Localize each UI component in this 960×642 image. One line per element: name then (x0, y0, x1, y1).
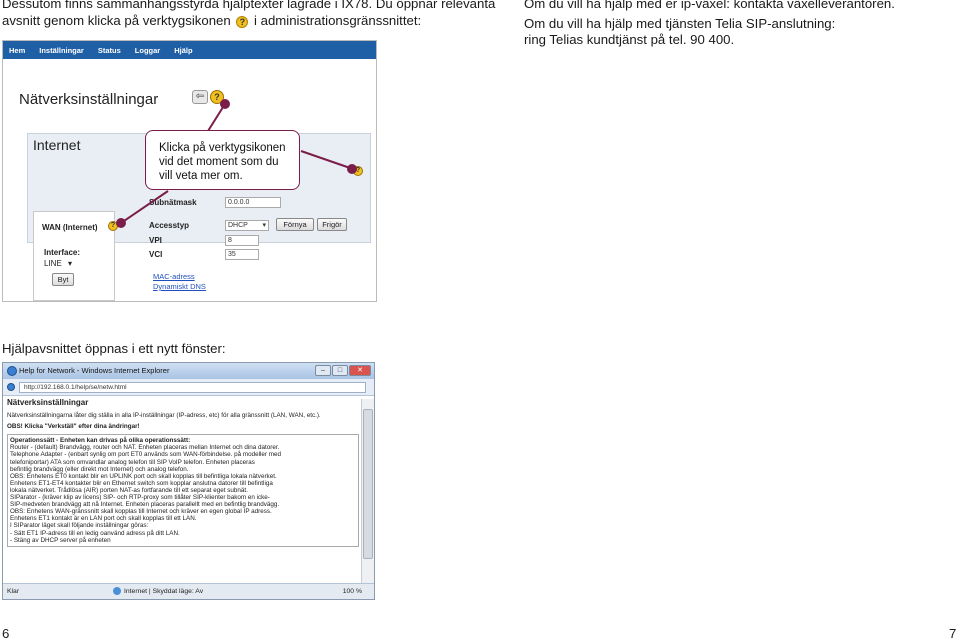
op-line: - Sätt ET1 IP-adress till en ledig oanvä… (10, 529, 180, 537)
minimize-icon[interactable]: – (315, 365, 331, 376)
op-line: Operationssätt - Enheten kan drivas på o… (10, 437, 191, 445)
help-question-icon: ? (236, 15, 249, 28)
callout-line-2: vid det moment som du (159, 156, 279, 168)
status-text: Klar (7, 588, 20, 595)
intro-line-2: avsnitt genom klicka på verktygsikonen ?… (2, 13, 421, 28)
callout-pin (347, 164, 357, 174)
window-title: Help for Network - Windows Internet Expl… (19, 366, 170, 375)
help-note: OBS! Klicka "Verkställ" efter dina ändri… (7, 423, 140, 431)
address-bar: http://192.168.0.1/help/se/netw.html (3, 379, 374, 396)
vertical-scrollbar[interactable] (361, 399, 374, 583)
callout-pin (116, 218, 126, 228)
scrollbar-thumb[interactable] (363, 409, 373, 559)
maximize-icon[interactable]: □ (332, 365, 348, 376)
close-icon[interactable]: ✕ (349, 365, 371, 376)
page-number-left: 6 (2, 626, 10, 641)
op-line: Telephone Adapter - (enbart synlig om po… (10, 451, 282, 459)
op-line: OBS: Enhetens WAN-gränssnitt skall koppl… (10, 508, 272, 516)
operation-modes-box: Operationssätt - Enheten kan drivas på o… (7, 434, 359, 547)
help-paragraph: Nätverksinställningarna låter dig ställa… (7, 412, 321, 420)
zoom-level[interactable]: 100 % (343, 584, 362, 599)
intro-line-2b: i administrationsgränssnittet: (254, 13, 422, 28)
op-line: I SIParator läget skall följande inställ… (10, 522, 149, 530)
callout-line-1: Klicka på verktygsikonen (159, 142, 286, 154)
globe-icon (113, 587, 121, 596)
op-line: SIP-medveten brandvägg att nå Internet. … (10, 501, 280, 509)
op-line: Enhetens ET1-ET4 kontakter blir en Ether… (10, 479, 273, 487)
url-field[interactable]: http://192.168.0.1/help/se/netw.html (19, 382, 366, 393)
status-bar: Klar Internet | Skyddat läge: Av 100 % (3, 583, 374, 599)
op-line: OBS: Enhetens ET0 kontakt blir en UPLINK… (10, 472, 277, 480)
page-number-right: 7 (949, 626, 957, 641)
page-icon (7, 383, 15, 391)
right-line-3: ring Telias kundtjänst på tel. 90 400. (524, 32, 735, 47)
ie-icon (7, 366, 17, 376)
ie-help-window: Help for Network - Windows Internet Expl… (2, 362, 375, 600)
window-titlebar: Help for Network - Windows Internet Expl… (3, 363, 374, 379)
right-line-2: Om du vill ha hjälp med tjänsten Telia S… (524, 16, 836, 31)
zone-text: Internet | Skyddat läge: Av (124, 588, 204, 595)
help-callout: Klicka på verktygsikonen vid det moment … (145, 130, 300, 190)
intro-line-2a: avsnitt genom klicka på verktygsikonen (2, 13, 231, 28)
help-content: Nätverksinställningar Nätverksinställnin… (7, 399, 359, 583)
security-zone: Internet | Skyddat läge: Av (113, 584, 203, 599)
help-window-caption: Hjälpavsnittet öppnas i ett nytt fönster… (2, 341, 226, 356)
right-line-1: Om du vill ha hjälp med er ip-växel: kon… (524, 0, 895, 11)
op-line: telefoniportar) ATA som omvandlar analog… (10, 458, 255, 466)
callout-line-3: vill veta mer om. (159, 170, 243, 182)
help-heading: Nätverksinställningar (7, 399, 89, 407)
op-line: lokala nätverket. Trådlösa (AIR) porten … (10, 486, 248, 494)
callout-pin (220, 99, 230, 109)
window-controls: – □ ✕ (315, 365, 371, 376)
op-line: befintlig brandvägg (eller direkt mot In… (10, 465, 189, 473)
op-line: Enhetens ET1 kontakt är en LAN port och … (10, 515, 197, 523)
intro-line-1: Dessutom finns sammanhangsstyrda hjälpte… (2, 0, 496, 11)
op-line: - Stäng av DHCP server på enheten (10, 536, 111, 544)
